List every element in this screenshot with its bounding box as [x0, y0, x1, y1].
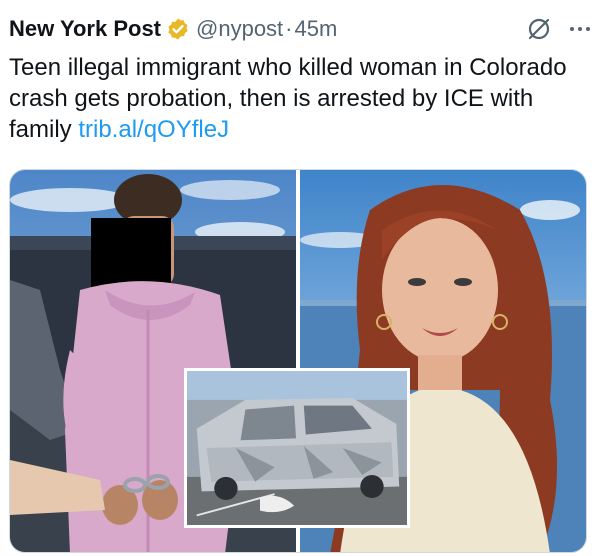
grok-icon[interactable]: [526, 16, 552, 42]
author-handle[interactable]: @nypost: [196, 16, 283, 42]
author-name[interactable]: New York Post: [9, 16, 161, 42]
separator-dot: ·: [285, 16, 293, 41]
tweet-text: Teen illegal immigrant who killed woman …: [9, 52, 589, 145]
gold-verified-badge-icon[interactable]: [166, 17, 190, 41]
more-options-icon[interactable]: [570, 27, 590, 31]
photo-crash-car[interactable]: [184, 368, 410, 528]
tweet-header: New York Post @nypost · 45m: [9, 13, 590, 45]
header-actions: [526, 13, 590, 45]
post-time[interactable]: 45m: [295, 16, 338, 42]
tweet-media: [9, 169, 587, 553]
tweet-link[interactable]: trib.al/qOYfleJ: [78, 116, 229, 143]
